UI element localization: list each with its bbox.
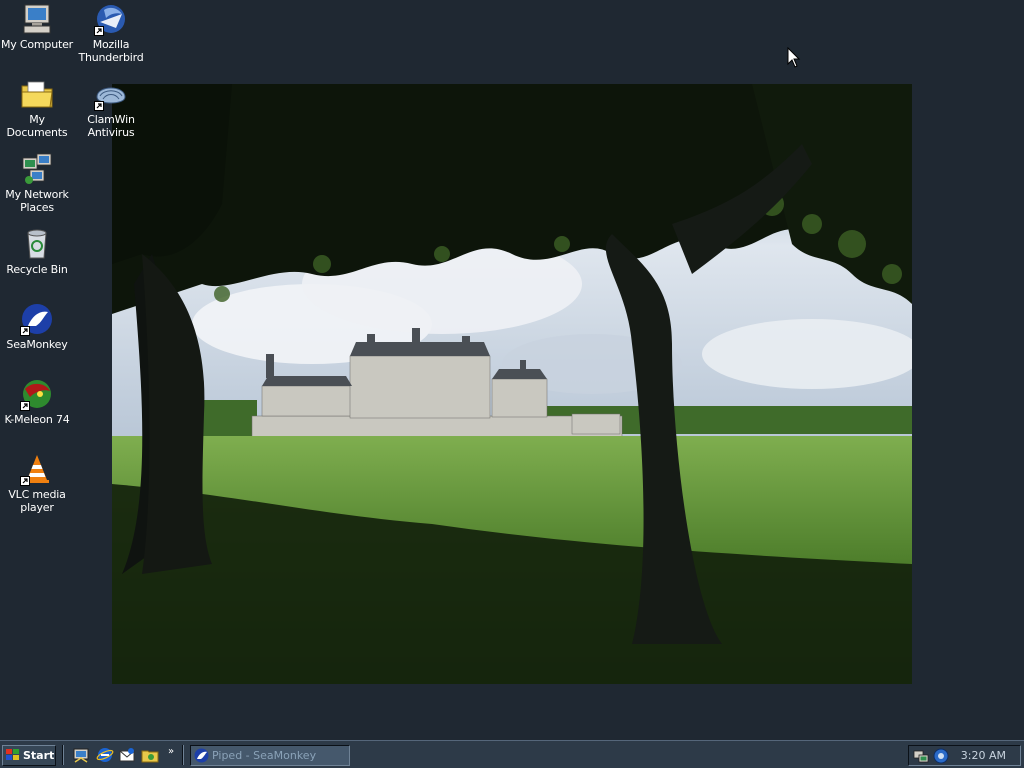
recycle-bin-icon (27, 229, 47, 259)
system-tray: 3:20 AM (908, 745, 1021, 766)
network-tray-icon[interactable] (913, 748, 929, 764)
desktop-icon-my-network-places[interactable]: My Network Places (0, 152, 74, 214)
my-computer-icon (23, 4, 51, 34)
desktop-icon-clamwin-antivirus[interactable]: ClamWin Antivirus (74, 77, 148, 139)
shortcut-arrow-icon (20, 326, 30, 336)
quick-launch-internet-explorer[interactable] (96, 746, 114, 764)
shortcut-arrow-icon (94, 101, 104, 111)
network-places-icon (22, 153, 52, 184)
desktop-icon-vlc[interactable]: VLC media player (0, 452, 74, 514)
quick-launch-more-chevron[interactable]: » (168, 746, 174, 758)
desktop-icon-seamonkey[interactable]: SeaMonkey (0, 302, 74, 351)
start-label: Start (23, 749, 55, 762)
quick-launch-media-folder[interactable] (141, 746, 159, 764)
desktop-icon-label: My Network Places (5, 188, 69, 214)
wallpaper-image (112, 84, 912, 684)
internet-explorer-icon (96, 748, 114, 762)
quick-launch-show-desktop[interactable] (72, 746, 90, 764)
shortcut-arrow-icon (20, 401, 30, 411)
shortcut-arrow-icon (94, 26, 104, 36)
windows-logo-icon (6, 749, 19, 760)
desktop-icon-label: My Computer (1, 38, 73, 51)
clamwin-tray-icon[interactable] (933, 748, 949, 764)
desktop-icon-label: Mozilla Thunderbird (78, 38, 144, 64)
seamonkey-icon (194, 748, 209, 763)
desktop-icon-label: K-Meleon 74 (4, 413, 70, 426)
taskbar-separator (182, 745, 184, 765)
shortcut-arrow-icon (20, 476, 30, 486)
desktop-icon-label: Recycle Bin (6, 263, 68, 276)
taskbar-separator (62, 745, 64, 765)
show-desktop-icon (73, 748, 89, 763)
desktop-icon-label: ClamWin Antivirus (87, 113, 135, 139)
desktop-icon-mozilla-thunderbird[interactable]: Mozilla Thunderbird (74, 2, 148, 64)
desktop-icon-my-documents[interactable]: My Documents (0, 77, 74, 139)
my-documents-icon (21, 81, 53, 108)
desktop-icon-label: VLC media player (8, 488, 66, 514)
media-folder-icon (141, 750, 159, 763)
quick-launch-outlook-express[interactable] (118, 746, 136, 764)
start-button[interactable]: Start (2, 745, 56, 766)
taskbar-button-label: Piped - SeaMonkey (212, 749, 317, 762)
taskbar: Start » Piped - SeaMonkey 3:20 AM (0, 740, 1024, 768)
desktop-icon-my-computer[interactable]: My Computer (0, 2, 74, 51)
outlook-express-icon (119, 748, 135, 762)
desktop: My Computer My Documents My Network Plac (0, 0, 1024, 740)
desktop-icon-label: My Documents (6, 113, 68, 139)
taskbar-button-seamonkey[interactable]: Piped - SeaMonkey (190, 745, 350, 766)
desktop-icon-recycle-bin[interactable]: Recycle Bin (0, 227, 74, 276)
desktop-icon-label: SeaMonkey (6, 338, 68, 351)
clock[interactable]: 3:20 AM (961, 746, 1006, 765)
mouse-cursor-icon (787, 47, 801, 68)
desktop-icon-k-meleon[interactable]: K-Meleon 74 (0, 377, 74, 426)
